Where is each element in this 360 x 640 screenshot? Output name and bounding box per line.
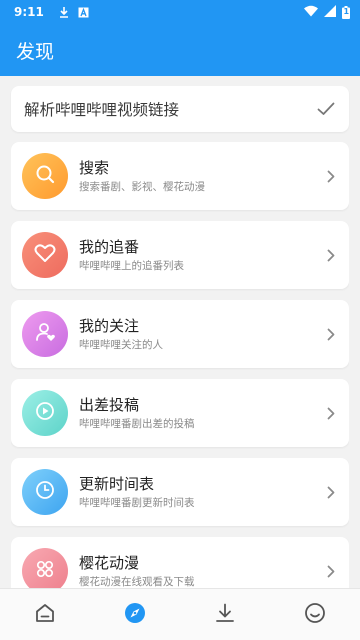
- status-time: 9:11: [14, 5, 44, 19]
- feature-list: 搜索 搜索番剧、影视、樱花动漫 我的追番 哔哩哔哩上的追番列表 我的关注 哔哩哔…: [11, 142, 349, 588]
- parse-link-card[interactable]: 解析哔哩哔哩视频链接: [11, 86, 349, 132]
- item-subtitle: 樱花动漫在线观看及下载: [79, 575, 195, 588]
- chevron-right-icon: [327, 486, 335, 499]
- item-subtitle: 哔哩哔哩上的追番列表: [79, 259, 184, 272]
- smile-icon: [304, 602, 326, 628]
- item-title: 我的追番: [79, 237, 140, 256]
- item-title: 出差投稿: [79, 395, 140, 414]
- list-item-sakura[interactable]: 樱花动漫 樱花动漫在线观看及下载: [11, 537, 349, 588]
- parse-link-label: 解析哔哩哔哩视频链接: [24, 101, 180, 119]
- status-bar: 9:11 1: [0, 0, 360, 24]
- clock-icon-circle: [22, 469, 68, 515]
- search-icon: [34, 163, 56, 189]
- item-title: 樱花动漫: [79, 553, 140, 572]
- nav-profile-button[interactable]: [295, 595, 335, 635]
- chevron-right-icon: [327, 249, 335, 262]
- nav-discover-button[interactable]: [115, 595, 155, 635]
- item-title: 搜索: [79, 158, 110, 177]
- nav-home-button[interactable]: [25, 595, 65, 635]
- list-item-search[interactable]: 搜索 搜索番剧、影视、樱花动漫: [11, 142, 349, 210]
- app-bar: 发现: [0, 24, 360, 76]
- chevron-right-icon: [327, 407, 335, 420]
- a-status-icon: [78, 7, 89, 18]
- download-icon: [214, 602, 236, 628]
- play-icon-circle: [22, 390, 68, 436]
- list-item-schedule[interactable]: 更新时间表 哔哩哔哩番剧更新时间表: [11, 458, 349, 526]
- item-subtitle: 哔哩哔哩番剧出差的投稿: [79, 417, 195, 430]
- battery-level-text: 1: [343, 6, 350, 16]
- item-title: 我的关注: [79, 316, 140, 335]
- item-subtitle: 哔哩哔哩关注的人: [79, 338, 163, 351]
- user-heart-icon: [34, 321, 56, 347]
- home-icon: [34, 602, 56, 628]
- nav-download-button[interactable]: [205, 595, 245, 635]
- chevron-right-icon: [327, 328, 335, 341]
- item-subtitle: 哔哩哔哩番剧更新时间表: [79, 496, 195, 509]
- list-item-my-anime[interactable]: 我的追番 哔哩哔哩上的追番列表: [11, 221, 349, 289]
- download-status-icon: [58, 6, 70, 18]
- item-subtitle: 搜索番剧、影视、樱花动漫: [79, 180, 205, 193]
- page-title: 发现: [16, 40, 55, 63]
- chevron-right-icon: [327, 565, 335, 578]
- signal-icon: [324, 4, 336, 20]
- heart-icon-circle: [22, 232, 68, 278]
- compass-icon: [124, 602, 146, 628]
- play-icon: [34, 400, 56, 426]
- search-icon-circle: [22, 153, 68, 199]
- list-item-business-trip[interactable]: 出差投稿 哔哩哔哩番剧出差的投稿: [11, 379, 349, 447]
- heart-icon: [34, 243, 56, 267]
- chevron-right-icon: [327, 170, 335, 183]
- grid-icon: [34, 558, 56, 584]
- wifi-icon: [304, 5, 318, 20]
- item-title: 更新时间表: [79, 474, 155, 493]
- user-heart-icon-circle: [22, 311, 68, 357]
- grid-icon-circle: [22, 548, 68, 588]
- clock-icon: [34, 479, 56, 505]
- check-icon[interactable]: [317, 102, 335, 116]
- bottom-nav: [0, 588, 360, 640]
- battery-icon: 1: [342, 5, 350, 19]
- list-item-my-follows[interactable]: 我的关注 哔哩哔哩关注的人: [11, 300, 349, 368]
